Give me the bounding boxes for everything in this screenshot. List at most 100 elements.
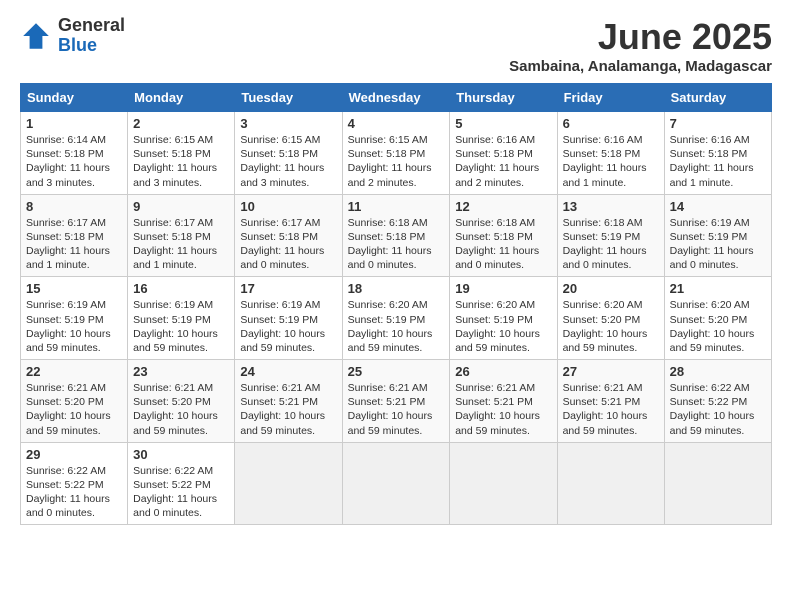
calendar-cell: 28 Sunrise: 6:22 AMSunset: 5:22 PMDaylig… — [664, 360, 771, 443]
day-number: 9 — [133, 199, 229, 214]
calendar-body: 1 Sunrise: 6:14 AMSunset: 5:18 PMDayligh… — [21, 112, 772, 525]
calendar-cell: 18 Sunrise: 6:20 AMSunset: 5:19 PMDaylig… — [342, 277, 450, 360]
day-number: 24 — [240, 364, 336, 379]
day-number: 10 — [240, 199, 336, 214]
calendar-cell — [342, 442, 450, 525]
calendar-cell: 24 Sunrise: 6:21 AMSunset: 5:21 PMDaylig… — [235, 360, 342, 443]
day-number: 11 — [348, 199, 445, 214]
calendar-week-2: 8 Sunrise: 6:17 AMSunset: 5:18 PMDayligh… — [21, 194, 772, 277]
day-info: Sunrise: 6:20 AMSunset: 5:19 PMDaylight:… — [348, 299, 433, 354]
day-number: 8 — [26, 199, 122, 214]
day-number: 12 — [455, 199, 551, 214]
day-info: Sunrise: 6:21 AMSunset: 5:20 PMDaylight:… — [133, 382, 218, 437]
day-number: 1 — [26, 116, 122, 131]
calendar-cell: 30 Sunrise: 6:22 AMSunset: 5:22 PMDaylig… — [128, 442, 235, 525]
day-info: Sunrise: 6:20 AMSunset: 5:20 PMDaylight:… — [563, 299, 648, 354]
calendar-cell: 29 Sunrise: 6:22 AMSunset: 5:22 PMDaylig… — [21, 442, 128, 525]
day-number: 21 — [670, 281, 766, 296]
logo-general: General — [58, 16, 125, 36]
col-saturday: Saturday — [664, 84, 771, 112]
col-sunday: Sunday — [21, 84, 128, 112]
calendar-week-1: 1 Sunrise: 6:14 AMSunset: 5:18 PMDayligh… — [21, 112, 772, 195]
calendar-cell: 10 Sunrise: 6:17 AMSunset: 5:18 PMDaylig… — [235, 194, 342, 277]
header: General Blue June 2025 Sambaina, Analama… — [20, 16, 772, 75]
day-info: Sunrise: 6:21 AMSunset: 5:21 PMDaylight:… — [348, 382, 433, 437]
calendar-cell: 25 Sunrise: 6:21 AMSunset: 5:21 PMDaylig… — [342, 360, 450, 443]
day-number: 17 — [240, 281, 336, 296]
col-friday: Friday — [557, 84, 664, 112]
calendar-cell — [450, 442, 557, 525]
calendar-cell: 14 Sunrise: 6:19 AMSunset: 5:19 PMDaylig… — [664, 194, 771, 277]
day-info: Sunrise: 6:18 AMSunset: 5:18 PMDaylight:… — [455, 217, 539, 272]
day-number: 28 — [670, 364, 766, 379]
day-info: Sunrise: 6:22 AMSunset: 5:22 PMDaylight:… — [26, 465, 110, 520]
calendar-cell: 6 Sunrise: 6:16 AMSunset: 5:18 PMDayligh… — [557, 112, 664, 195]
logo-text: General Blue — [58, 16, 125, 56]
calendar-cell: 1 Sunrise: 6:14 AMSunset: 5:18 PMDayligh… — [21, 112, 128, 195]
col-wednesday: Wednesday — [342, 84, 450, 112]
day-number: 16 — [133, 281, 229, 296]
calendar-cell — [235, 442, 342, 525]
calendar-cell: 5 Sunrise: 6:16 AMSunset: 5:18 PMDayligh… — [450, 112, 557, 195]
calendar-cell: 8 Sunrise: 6:17 AMSunset: 5:18 PMDayligh… — [21, 194, 128, 277]
day-info: Sunrise: 6:17 AMSunset: 5:18 PMDaylight:… — [133, 217, 217, 272]
day-number: 14 — [670, 199, 766, 214]
calendar-cell: 23 Sunrise: 6:21 AMSunset: 5:20 PMDaylig… — [128, 360, 235, 443]
day-number: 23 — [133, 364, 229, 379]
day-number: 15 — [26, 281, 122, 296]
day-number: 3 — [240, 116, 336, 131]
calendar-cell: 17 Sunrise: 6:19 AMSunset: 5:19 PMDaylig… — [235, 277, 342, 360]
calendar-week-3: 15 Sunrise: 6:19 AMSunset: 5:19 PMDaylig… — [21, 277, 772, 360]
col-tuesday: Tuesday — [235, 84, 342, 112]
day-info: Sunrise: 6:18 AMSunset: 5:19 PMDaylight:… — [563, 217, 647, 272]
day-info: Sunrise: 6:19 AMSunset: 5:19 PMDaylight:… — [240, 299, 325, 354]
day-info: Sunrise: 6:21 AMSunset: 5:21 PMDaylight:… — [563, 382, 648, 437]
calendar-cell: 16 Sunrise: 6:19 AMSunset: 5:19 PMDaylig… — [128, 277, 235, 360]
calendar-cell — [557, 442, 664, 525]
calendar-cell: 20 Sunrise: 6:20 AMSunset: 5:20 PMDaylig… — [557, 277, 664, 360]
logo: General Blue — [20, 16, 125, 56]
calendar-week-4: 22 Sunrise: 6:21 AMSunset: 5:20 PMDaylig… — [21, 360, 772, 443]
logo-blue: Blue — [58, 36, 125, 56]
day-number: 6 — [563, 116, 659, 131]
day-info: Sunrise: 6:21 AMSunset: 5:20 PMDaylight:… — [26, 382, 111, 437]
col-monday: Monday — [128, 84, 235, 112]
day-info: Sunrise: 6:15 AMSunset: 5:18 PMDaylight:… — [133, 134, 217, 189]
day-number: 19 — [455, 281, 551, 296]
calendar-table: Sunday Monday Tuesday Wednesday Thursday… — [20, 83, 772, 525]
calendar-cell: 12 Sunrise: 6:18 AMSunset: 5:18 PMDaylig… — [450, 194, 557, 277]
calendar-cell: 26 Sunrise: 6:21 AMSunset: 5:21 PMDaylig… — [450, 360, 557, 443]
month-title: June 2025 — [509, 16, 772, 58]
day-number: 25 — [348, 364, 445, 379]
calendar-cell: 22 Sunrise: 6:21 AMSunset: 5:20 PMDaylig… — [21, 360, 128, 443]
title-area: June 2025 Sambaina, Analamanga, Madagasc… — [509, 16, 772, 75]
day-info: Sunrise: 6:22 AMSunset: 5:22 PMDaylight:… — [670, 382, 755, 437]
day-number: 20 — [563, 281, 659, 296]
day-number: 29 — [26, 447, 122, 462]
calendar-cell: 3 Sunrise: 6:15 AMSunset: 5:18 PMDayligh… — [235, 112, 342, 195]
calendar-cell — [664, 442, 771, 525]
calendar-cell: 11 Sunrise: 6:18 AMSunset: 5:18 PMDaylig… — [342, 194, 450, 277]
day-info: Sunrise: 6:14 AMSunset: 5:18 PMDaylight:… — [26, 134, 110, 189]
calendar-cell: 13 Sunrise: 6:18 AMSunset: 5:19 PMDaylig… — [557, 194, 664, 277]
day-info: Sunrise: 6:22 AMSunset: 5:22 PMDaylight:… — [133, 465, 217, 520]
calendar-cell: 2 Sunrise: 6:15 AMSunset: 5:18 PMDayligh… — [128, 112, 235, 195]
calendar-cell: 4 Sunrise: 6:15 AMSunset: 5:18 PMDayligh… — [342, 112, 450, 195]
day-info: Sunrise: 6:19 AMSunset: 5:19 PMDaylight:… — [133, 299, 218, 354]
day-number: 26 — [455, 364, 551, 379]
calendar-cell: 21 Sunrise: 6:20 AMSunset: 5:20 PMDaylig… — [664, 277, 771, 360]
day-number: 27 — [563, 364, 659, 379]
day-info: Sunrise: 6:17 AMSunset: 5:18 PMDaylight:… — [26, 217, 110, 272]
calendar-cell: 27 Sunrise: 6:21 AMSunset: 5:21 PMDaylig… — [557, 360, 664, 443]
day-info: Sunrise: 6:20 AMSunset: 5:20 PMDaylight:… — [670, 299, 755, 354]
day-info: Sunrise: 6:15 AMSunset: 5:18 PMDaylight:… — [240, 134, 324, 189]
day-number: 5 — [455, 116, 551, 131]
day-info: Sunrise: 6:18 AMSunset: 5:18 PMDaylight:… — [348, 217, 432, 272]
day-number: 2 — [133, 116, 229, 131]
day-info: Sunrise: 6:16 AMSunset: 5:18 PMDaylight:… — [455, 134, 539, 189]
day-number: 22 — [26, 364, 122, 379]
day-number: 30 — [133, 447, 229, 462]
logo-icon — [20, 20, 52, 52]
day-info: Sunrise: 6:21 AMSunset: 5:21 PMDaylight:… — [240, 382, 325, 437]
day-number: 13 — [563, 199, 659, 214]
